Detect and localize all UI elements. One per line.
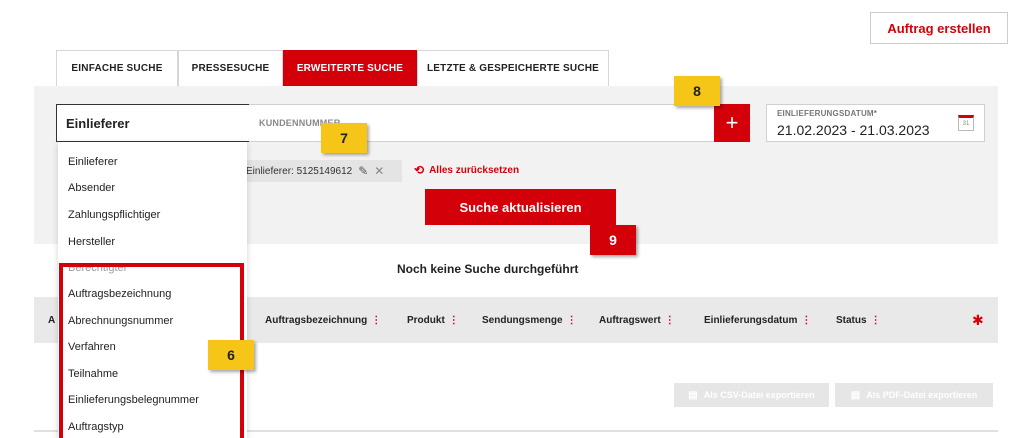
column-header[interactable]: Sendungsmenge ⋮ xyxy=(482,315,577,326)
field-type-select[interactable]: Einlieferer xyxy=(56,104,250,142)
dropdown-item[interactable]: Einlieferer xyxy=(68,156,118,168)
tab-recent-saved-search[interactable]: LETZTE & GESPEICHERTE SUCHE xyxy=(417,50,609,86)
export-pdf-button[interactable]: ▤ Als PDF-Datei exportieren xyxy=(835,383,993,407)
date-label: EINLIEFERUNGSDATUM* xyxy=(777,109,878,118)
sort-icon: ⋮ xyxy=(870,315,881,326)
dropdown-item[interactable]: Zahlungspflichtiger xyxy=(68,209,160,221)
tab-advanced-search[interactable]: ERWEITERTE SUCHE xyxy=(283,50,417,86)
search-tabs: EINFACHE SUCHE PRESSESUCHE ERWEITERTE SU… xyxy=(56,50,609,86)
column-header[interactable]: Status ⋮ xyxy=(836,315,881,326)
annotation-badge-6: 6 xyxy=(208,340,254,370)
customer-number-input[interactable]: KUNDENNUMMER xyxy=(249,104,715,142)
edit-icon[interactable]: ✎ xyxy=(358,164,368,178)
reset-icon: ⟲ xyxy=(414,163,425,177)
delivery-date-field[interactable]: EINLIEFERUNGSDATUM* 21.02.2023 - 21.03.2… xyxy=(766,104,985,142)
document-icon: ▤ xyxy=(850,389,861,401)
sort-icon: ⋮ xyxy=(448,315,459,326)
reset-all-link[interactable]: ⟲ Alles zurücksetzen xyxy=(414,163,519,177)
reset-label: Alles zurücksetzen xyxy=(429,164,520,176)
sort-icon: ⋮ xyxy=(664,315,675,326)
sort-icon: ⋮ xyxy=(566,315,577,326)
export-csv-button[interactable]: ▤ Als CSV-Datei exportieren xyxy=(674,383,829,407)
sort-icon: ⋮ xyxy=(371,315,382,326)
column-header[interactable]: Auftragswert ⋮ xyxy=(599,315,675,326)
dropdown-item[interactable]: Absender xyxy=(68,182,115,194)
filter-chip-label: Einlieferer: 5125149612 xyxy=(246,165,353,177)
empty-results-text: Noch keine Suche durchgeführt xyxy=(397,262,579,276)
column-header[interactable]: Einlieferungsdatum ⋮ xyxy=(704,315,811,326)
dropdown-item[interactable]: Hersteller xyxy=(68,236,115,248)
document-icon: ▤ xyxy=(688,389,698,401)
calendar-icon[interactable]: 31 xyxy=(958,115,974,131)
annotation-badge-9: 9 xyxy=(590,225,636,255)
close-icon[interactable]: ✕ xyxy=(374,164,384,178)
tab-press-search[interactable]: PRESSESUCHE xyxy=(178,50,283,86)
filter-chip: Einlieferer: 5125149612 ✎ ✕ xyxy=(242,160,402,182)
column-header[interactable]: Auftragsbezeichnung ⋮ xyxy=(265,315,381,326)
sort-icon: ⋮ xyxy=(801,315,812,326)
create-order-button[interactable]: Auftrag erstellen xyxy=(870,12,1008,44)
tab-simple-search[interactable]: EINFACHE SUCHE xyxy=(56,50,178,86)
gear-icon[interactable]: ✱ xyxy=(972,312,984,329)
column-header[interactable]: A xyxy=(48,315,55,326)
add-filter-button[interactable]: + xyxy=(714,104,750,142)
column-header[interactable]: Produkt ⋮ xyxy=(407,315,459,326)
annotation-badge-8: 8 xyxy=(674,76,720,106)
date-range-value: 21.02.2023 - 21.03.2023 xyxy=(777,122,930,138)
annotation-badge-7: 7 xyxy=(321,123,367,153)
update-search-button[interactable]: Suche aktualisieren xyxy=(425,189,616,225)
